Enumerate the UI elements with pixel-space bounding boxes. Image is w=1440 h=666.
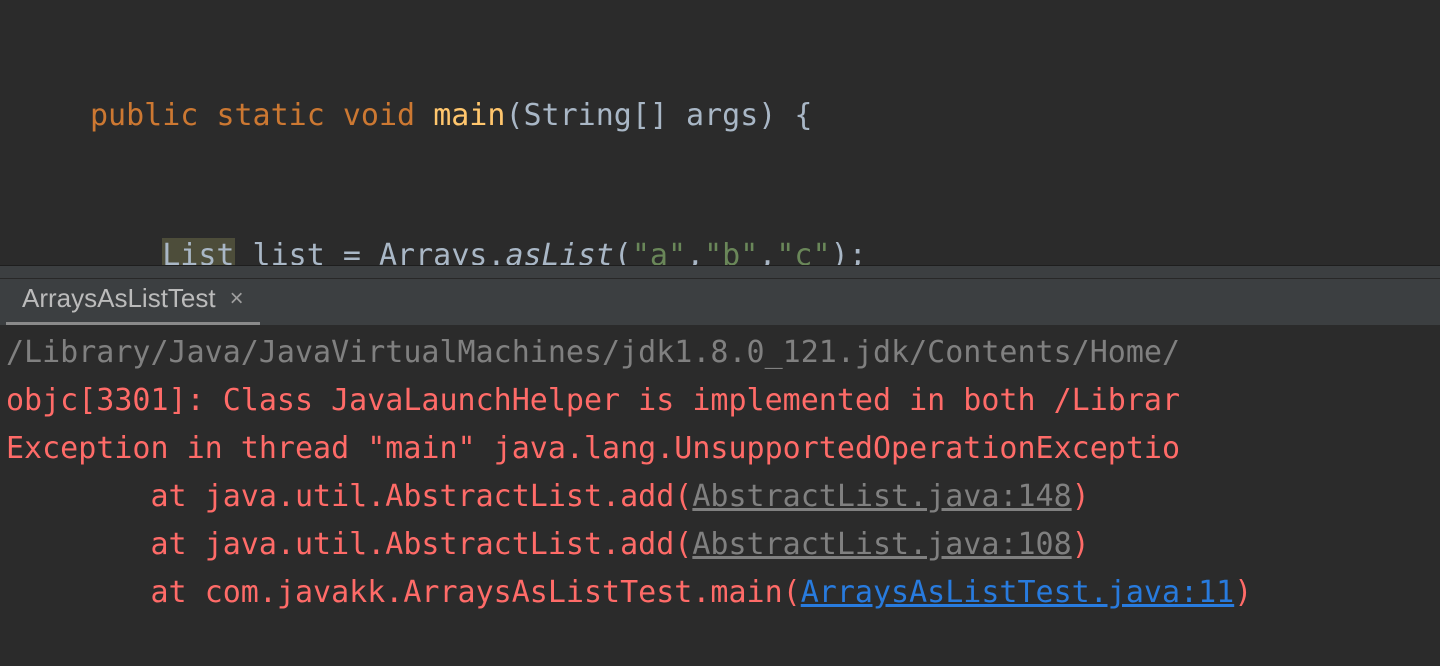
stack-trace-line-2: at java.util.AbstractList.add(AbstractLi… [6, 527, 1090, 562]
run-tab-label: ArraysAsListTest [22, 283, 216, 314]
st3-text: com.javakk.ArraysAsListTest.main( [205, 575, 801, 610]
stack-link-abstractlist-148[interactable]: AbstractList.java:148 [692, 479, 1071, 514]
at-prefix-3: at [6, 575, 205, 610]
op-eq: = [343, 238, 361, 266]
st2-text: java.util.AbstractList.add( [205, 527, 693, 562]
method-name-main: main [433, 98, 505, 133]
keyword-public: public [90, 98, 198, 133]
st2-close: ) [1072, 527, 1090, 562]
at-prefix-1: at [6, 479, 205, 514]
paren-open-1: ( [614, 238, 632, 266]
var-list: list [235, 238, 343, 266]
comma-2: , [758, 238, 776, 266]
stack-trace-line-1: at java.util.AbstractList.add(AbstractLi… [6, 479, 1090, 514]
at-prefix-2: at [6, 527, 205, 562]
string-c: "c" [776, 238, 830, 266]
paren-close-1: ); [831, 238, 867, 266]
stack-link-abstractlist-108[interactable]: AbstractList.java:108 [692, 527, 1071, 562]
run-tab-bar: ArraysAsListTest × [0, 279, 1440, 325]
console-output[interactable]: /Library/Java/JavaVirtualMachines/jdk1.8… [0, 325, 1440, 617]
class-arrays: Arrays. [361, 238, 506, 266]
stack-link-arraysaslisttest-11[interactable]: ArraysAsListTest.java:11 [801, 575, 1234, 610]
close-icon[interactable]: × [230, 287, 244, 311]
keyword-static: static [216, 98, 324, 133]
run-tab-arraysaslisttest[interactable]: ArraysAsListTest × [6, 277, 260, 325]
st1-close: ) [1072, 479, 1090, 514]
method-params: (String[] args) { [505, 98, 812, 133]
code-line-1: public static void main(String[] args) { [90, 93, 1440, 140]
console-command-line: /Library/Java/JavaVirtualMachines/jdk1.8… [6, 335, 1180, 370]
keyword-void: void [343, 98, 415, 133]
console-error-line-2: Exception in thread "main" java.lang.Uns… [6, 431, 1180, 466]
code-line-2: List list = Arrays.asList("a","b","c"); [90, 233, 1440, 266]
type-list: List [162, 238, 234, 266]
st1-text: java.util.AbstractList.add( [205, 479, 693, 514]
string-b: "b" [704, 238, 758, 266]
st3-close: ) [1234, 575, 1252, 610]
stack-trace-line-3: at com.javakk.ArraysAsListTest.main(Arra… [6, 575, 1252, 610]
method-aslist: asList [505, 238, 613, 266]
console-error-line-1: objc[3301]: Class JavaLaunchHelper is im… [6, 383, 1180, 418]
string-a: "a" [632, 238, 686, 266]
comma-1: , [686, 238, 704, 266]
code-editor[interactable]: public static void main(String[] args) {… [0, 0, 1440, 265]
